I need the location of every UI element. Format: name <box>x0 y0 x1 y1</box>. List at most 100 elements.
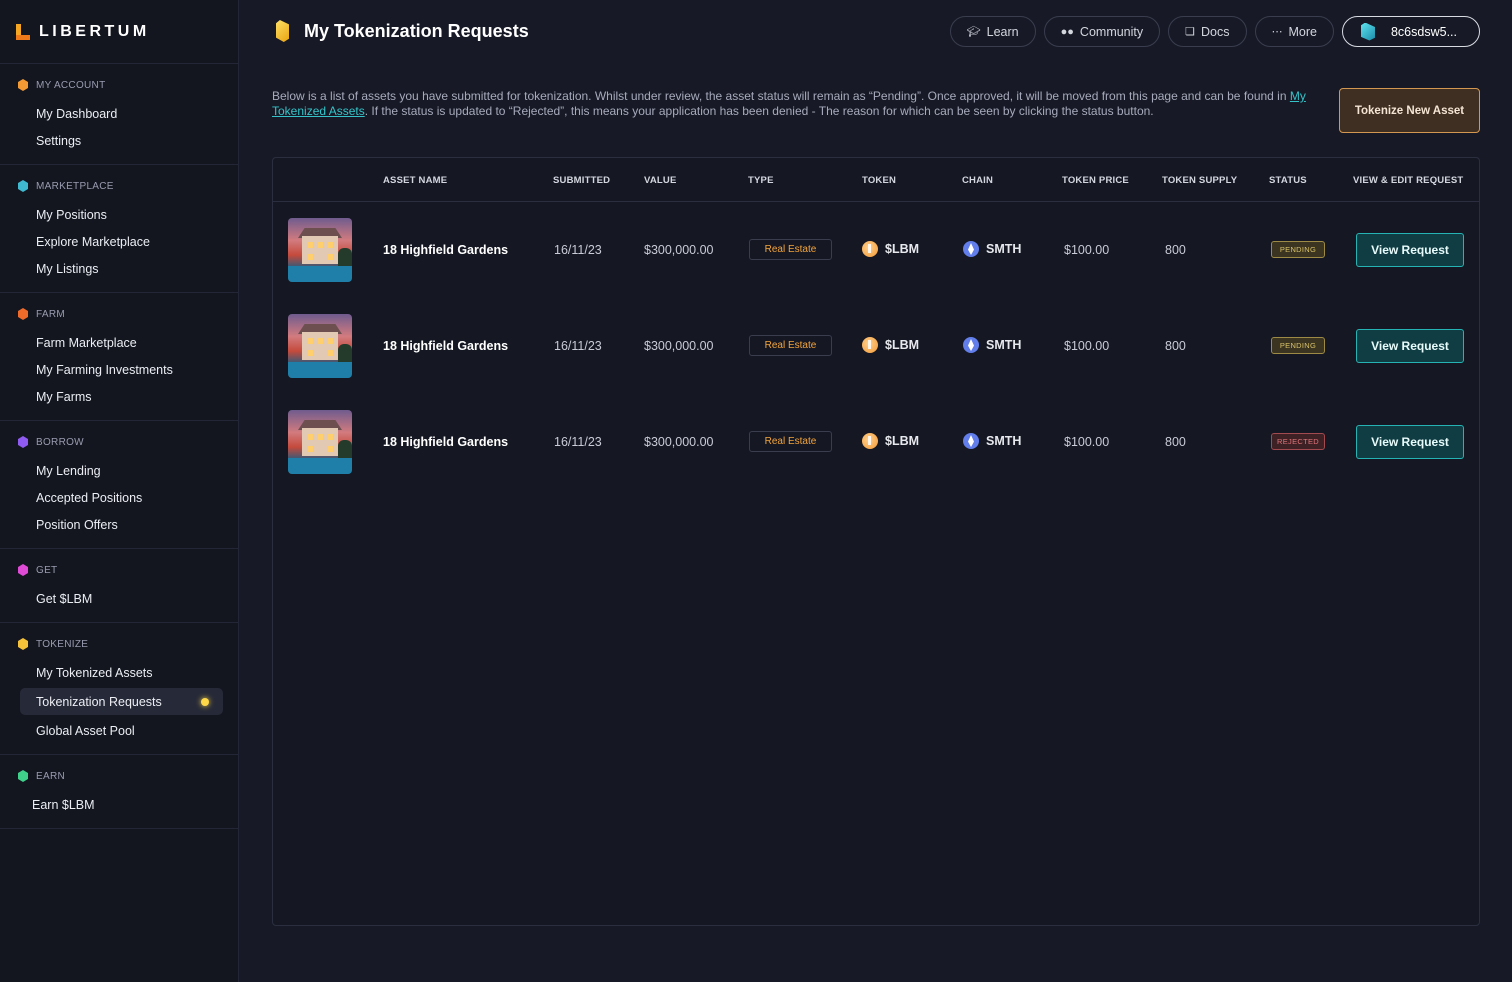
graduation-cap-icon: 🎓︎ <box>966 26 981 38</box>
col-submitted: SUBMITTED <box>553 175 611 186</box>
sidebar-item-explore-marketplace[interactable]: Explore Marketplace <box>0 228 238 255</box>
wallet-address: 8c6sdsw5... <box>1390 24 1457 39</box>
status-badge[interactable]: REJECTED <box>1271 433 1325 450</box>
view-request-button[interactable]: View Request <box>1356 329 1464 363</box>
top-nav: 🎓︎ Learn ●● Community ❏ Docs ⋯ More 8c6s… <box>949 16 1480 47</box>
asset-name[interactable]: 18 Highfield Gardens <box>383 243 508 257</box>
borrow-gem-icon <box>18 436 28 448</box>
asset-thumbnail[interactable] <box>288 218 352 282</box>
nav-section-label: MY ACCOUNT <box>36 79 106 91</box>
nav-section-farm: FARM Farm Marketplace My Farming Investm… <box>0 293 238 421</box>
logo-text: LIBERTUM <box>39 22 150 40</box>
asset-value: $300,000.00 <box>644 339 714 353</box>
type-badge: Real Estate <box>749 239 832 260</box>
sidebar-item-position-offers[interactable]: Position Offers <box>0 511 238 538</box>
intro-text: Below is a list of assets you have submi… <box>272 89 1306 118</box>
token-supply: 800 <box>1165 339 1186 353</box>
account-gem-icon <box>18 79 28 91</box>
view-request-button[interactable]: View Request <box>1356 425 1464 459</box>
sidebar-item-accepted-positions[interactable]: Accepted Positions <box>0 484 238 511</box>
nav-section-label: EARN <box>36 770 65 782</box>
nav-section-get: GET Get $LBM <box>0 549 238 623</box>
token-cell: $LBM <box>862 433 919 449</box>
col-chain: CHAIN <box>962 175 994 186</box>
col-view-edit: VIEW & EDIT REQUEST <box>1353 175 1464 186</box>
sidebar-item-farm-marketplace[interactable]: Farm Marketplace <box>0 329 238 356</box>
nav-section-label: BORROW <box>36 436 84 448</box>
nav-section-earn: EARN Earn $LBM <box>0 755 238 829</box>
nav-section-label: FARM <box>36 308 65 320</box>
chain-cell: SMTH <box>963 241 1021 257</box>
status-badge[interactable]: PENDING <box>1271 337 1325 354</box>
col-asset-name: ASSET NAME <box>383 175 448 186</box>
logo-icon <box>16 23 30 40</box>
sidebar-item-my-lending[interactable]: My Lending <box>0 457 238 484</box>
sidebar-item-global-asset-pool[interactable]: Global Asset Pool <box>0 717 238 744</box>
sidebar-item-my-farming-investments[interactable]: My Farming Investments <box>0 356 238 383</box>
sidebar-item-my-positions[interactable]: My Positions <box>0 201 238 228</box>
nav-section-label: TOKENIZE <box>36 638 89 650</box>
ethereum-icon <box>963 337 979 353</box>
token-supply: 800 <box>1165 243 1186 257</box>
chain-cell: SMTH <box>963 433 1021 449</box>
community-button[interactable]: ●● Community <box>1043 16 1161 47</box>
sidebar-item-tokenization-requests[interactable]: Tokenization Requests <box>20 688 223 715</box>
docs-icon: ❏ <box>1185 26 1196 38</box>
table-row: 18 Highfield Gardens 16/11/23 $300,000.0… <box>273 298 1479 394</box>
table-header: ASSET NAME SUBMITTED VALUE TYPE TOKEN CH… <box>273 158 1479 202</box>
col-status: STATUS <box>1269 175 1307 186</box>
nav-section-label: MARKETPLACE <box>36 180 114 192</box>
asset-thumbnail[interactable] <box>288 314 352 378</box>
sidebar-item-get-lbm[interactable]: Get $LBM <box>0 585 238 612</box>
submitted-date: 16/11/23 <box>554 243 602 257</box>
status-badge[interactable]: PENDING <box>1271 241 1325 258</box>
col-token-price: TOKEN PRICE <box>1062 175 1129 186</box>
sidebar-item-my-farms[interactable]: My Farms <box>0 383 238 410</box>
nav-section-label: GET <box>36 564 58 576</box>
wallet-gem-icon <box>1360 22 1375 41</box>
sidebar-item-label: Tokenization Requests <box>36 694 162 709</box>
submitted-date: 16/11/23 <box>554 339 602 353</box>
sidebar-item-settings[interactable]: Settings <box>0 127 238 154</box>
wallet-button[interactable]: 8c6sdsw5... <box>1341 16 1480 47</box>
marketplace-gem-icon <box>18 180 28 192</box>
more-button[interactable]: ⋯ More <box>1254 16 1334 47</box>
table-row: 18 Highfield Gardens 16/11/23 $300,000.0… <box>273 202 1479 298</box>
chain-cell: SMTH <box>963 337 1021 353</box>
docs-button[interactable]: ❏ Docs <box>1168 16 1247 47</box>
col-type: TYPE <box>748 175 774 186</box>
token-cell: $LBM <box>862 241 919 257</box>
tokenize-gem-icon <box>18 638 28 650</box>
ethereum-icon <box>963 433 979 449</box>
sidebar-item-my-dashboard[interactable]: My Dashboard <box>0 100 238 127</box>
asset-name[interactable]: 18 Highfield Gardens <box>383 339 508 353</box>
col-token-supply: TOKEN SUPPLY <box>1162 175 1238 186</box>
table-row: 18 Highfield Gardens 16/11/23 $300,000.0… <box>273 394 1479 490</box>
active-indicator-icon <box>201 697 209 706</box>
nav-section-tokenize: TOKENIZE My Tokenized Assets Tokenizatio… <box>0 623 238 755</box>
asset-thumbnail[interactable] <box>288 410 352 474</box>
page-title: My Tokenization Requests <box>304 20 529 41</box>
lbm-coin-icon <box>862 433 878 449</box>
token-price: $100.00 <box>1064 243 1110 257</box>
lbm-coin-icon <box>862 241 878 257</box>
token-price: $100.00 <box>1064 339 1110 353</box>
sidebar: LIBERTUM MY ACCOUNT My Dashboard Setting… <box>0 0 239 982</box>
view-request-button[interactable]: View Request <box>1356 233 1464 267</box>
more-icon: ⋯ <box>1271 26 1283 38</box>
earn-gem-icon <box>18 770 28 782</box>
header: My Tokenization Requests 🎓︎ Learn ●● Com… <box>240 0 1512 64</box>
logo[interactable]: LIBERTUM <box>0 0 238 64</box>
type-badge: Real Estate <box>749 335 832 356</box>
lbm-coin-icon <box>862 337 878 353</box>
learn-button[interactable]: 🎓︎ Learn <box>949 16 1036 47</box>
sidebar-item-my-tokenized-assets[interactable]: My Tokenized Assets <box>0 659 238 686</box>
requests-table: ASSET NAME SUBMITTED VALUE TYPE TOKEN CH… <box>272 157 1480 926</box>
tokenize-gem-icon <box>276 20 289 42</box>
token-cell: $LBM <box>862 337 919 353</box>
asset-name[interactable]: 18 Highfield Gardens <box>383 435 508 449</box>
tokenize-new-asset-button[interactable]: Tokenize New Asset <box>1339 88 1480 133</box>
sidebar-item-earn-lbm[interactable]: Earn $LBM <box>0 791 238 818</box>
sidebar-item-my-listings[interactable]: My Listings <box>0 255 238 282</box>
submitted-date: 16/11/23 <box>554 435 602 449</box>
